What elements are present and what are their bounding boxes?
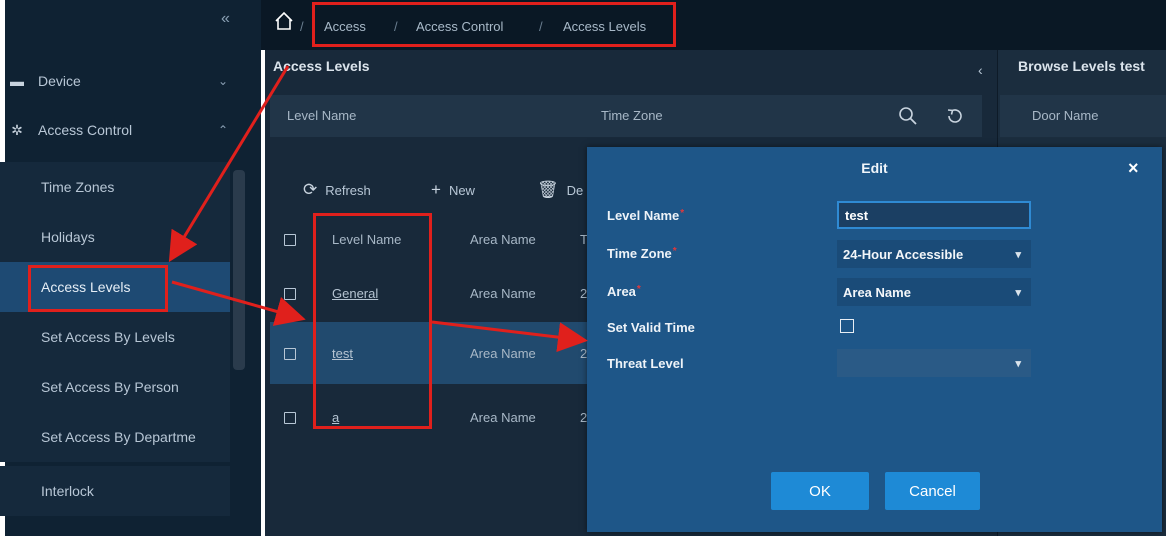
label-text: Time Zone [607, 246, 672, 261]
sidebar-group-label: Access Control [38, 122, 133, 138]
annotation-box-breadcrumb [312, 2, 676, 47]
chevron-up-icon: ⌃ [218, 123, 229, 137]
required-mark: * [680, 208, 685, 219]
refresh-label: Refresh [325, 182, 371, 198]
collapse-sidebar-icon[interactable]: « [221, 10, 230, 28]
area-name-cell: Area Name [470, 286, 536, 301]
plus-icon: + [431, 180, 441, 199]
sidebar-item-label: Holidays [41, 229, 95, 245]
set-valid-time-label: Set Valid Time [607, 320, 695, 335]
filter-level-name-label: Level Name [287, 108, 357, 123]
cancel-button[interactable]: Cancel [885, 472, 980, 510]
area-select[interactable]: Area Name ▾ [837, 278, 1031, 306]
annotation-box-level-names [313, 213, 432, 429]
row-checkbox[interactable] [284, 288, 296, 300]
sidebar-group-device[interactable]: ▬ Device ⌄ [0, 58, 256, 104]
delete-label: De [566, 182, 584, 198]
browse-levels-title: Browse Levels test [1018, 58, 1145, 74]
threat-level-select[interactable]: ▾ [837, 349, 1031, 377]
sidebar-item-time-zones[interactable]: Time Zones [0, 162, 230, 212]
breadcrumb-separator: / [300, 19, 304, 34]
annotation-box-sidebar-item [28, 265, 168, 312]
sidebar-item-label: Time Zones [41, 179, 115, 195]
time-zone-select[interactable]: 24-Hour Accessible ▾ [837, 240, 1031, 268]
sidebar-item-label: Interlock [41, 483, 94, 499]
reset-icon[interactable] [945, 106, 965, 126]
search-icon[interactable] [898, 106, 918, 126]
sidebar-group-label: Device [38, 73, 81, 89]
label-text: Level Name [607, 208, 680, 223]
sidebar-item-label: Set Access By Person [41, 379, 179, 395]
close-icon[interactable]: × [1128, 158, 1139, 179]
sidebar-item-set-access-by-levels[interactable]: Set Access By Levels [0, 312, 230, 362]
column-header-area-name[interactable]: Area Name [470, 232, 536, 247]
chevron-down-icon: ⌄ [218, 74, 229, 88]
dialog-title: Edit [861, 160, 888, 176]
new-button[interactable]: + New [431, 180, 475, 200]
sidebar-scrollbar[interactable] [233, 170, 245, 370]
level-name-field-label: Level Name* [607, 208, 684, 223]
area-field-label: Area* [607, 284, 641, 299]
chevron-down-icon: ▾ [1015, 248, 1021, 261]
sidebar-item-interlock[interactable]: Interlock [0, 466, 230, 516]
page-title: Access Levels [273, 58, 370, 74]
required-mark: * [672, 246, 677, 257]
threat-level-label: Threat Level [607, 356, 684, 371]
new-label: New [448, 182, 475, 198]
area-value: Area Name [843, 284, 911, 300]
chevron-left-icon[interactable]: ‹ [978, 62, 983, 78]
sidebar-item-set-access-by-department[interactable]: Set Access By Departme [0, 412, 230, 462]
device-icon: ▬ [10, 73, 24, 89]
sidebar-group-access-control[interactable]: ✲ Access Control ⌃ [0, 107, 256, 153]
level-name-input[interactable] [837, 201, 1031, 229]
home-icon[interactable] [273, 10, 295, 32]
label-text: Area [607, 284, 636, 299]
chevron-down-icon: ▾ [1015, 286, 1021, 299]
select-all-checkbox[interactable] [284, 234, 296, 246]
sidebar-item-label: Set Access By Departme [41, 429, 196, 445]
row-checkbox[interactable] [284, 348, 296, 360]
row-checkbox[interactable] [284, 412, 296, 424]
gear-icon: ✲ [11, 121, 23, 138]
area-name-cell: Area Name [470, 410, 536, 425]
time-zone-field-label: Time Zone* [607, 246, 677, 261]
filter-time-zone-label: Time Zone [601, 108, 663, 123]
time-zone-value: 24-Hour Accessible [843, 246, 964, 262]
ok-button[interactable]: OK [771, 472, 869, 510]
trash-icon: 🗑 [537, 180, 559, 199]
sidebar-item-set-access-by-person[interactable]: Set Access By Person [0, 362, 230, 412]
set-valid-time-checkbox[interactable] [840, 319, 854, 333]
refresh-icon: ⟳ [303, 180, 318, 199]
required-mark: * [636, 284, 641, 295]
delete-button[interactable]: 🗑 De [537, 180, 583, 200]
area-name-cell: Area Name [470, 346, 536, 361]
chevron-down-icon: ▾ [1015, 357, 1021, 370]
sidebar-item-label: Set Access By Levels [41, 329, 175, 345]
refresh-button[interactable]: ⟳ Refresh [303, 180, 371, 200]
sidebar-item-holidays[interactable]: Holidays [0, 212, 230, 262]
door-name-label: Door Name [1032, 108, 1099, 123]
